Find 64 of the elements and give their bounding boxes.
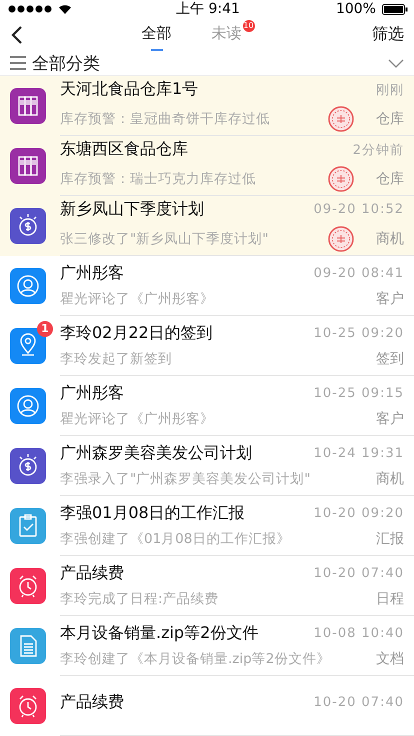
message-time: 刚刚	[376, 82, 404, 98]
message-time: 2分钟前	[352, 142, 404, 158]
tab[interactable]: 全部	[142, 18, 172, 51]
unread-count-badge: 10	[242, 20, 254, 32]
message-summary: 张三修改了"新乡凤山下季度计划"	[60, 230, 268, 248]
message-row[interactable]: 天河北食品仓库1号 刚刚 库存预警：皇冠曲奇饼干库存过低 仓库	[0, 76, 414, 136]
message-title: 广州彤客	[60, 263, 124, 284]
battery-icon	[382, 4, 408, 14]
message-summary: 李强录入了"广州森罗美容美发公司计划"	[60, 470, 310, 488]
message-time: 10-20 07:40	[314, 695, 404, 710]
category-tag: 签到	[376, 350, 404, 368]
menu-icon	[10, 56, 26, 70]
wifi-icon	[58, 4, 72, 14]
message-row[interactable]: 东塘西区食品仓库 2分钟前 库存预警：瑞士巧克力库存过低 仓库	[0, 136, 414, 196]
schedule-icon	[10, 568, 46, 604]
category-tag: 客户	[376, 410, 404, 428]
category-label: 全部分类	[32, 52, 101, 74]
message-time: 10-20 07:40	[314, 566, 404, 581]
message-summary: 库存预警：瑞士巧克力库存过低	[60, 170, 256, 188]
message-summary: 李玲创建了《本月设备销量.zip等2份文件》	[60, 650, 330, 668]
message-summary: 库存预警：皇冠曲奇饼干库存过低	[60, 110, 270, 128]
message-summary: 李玲完成了日程:产品续费	[60, 590, 219, 608]
customer-icon	[10, 268, 46, 304]
signal-icon	[8, 5, 52, 13]
category-tag: 客户	[376, 290, 404, 308]
message-time: 10-25 09:20	[314, 326, 404, 341]
message-title: 李强01月08日的工作汇报	[60, 503, 245, 524]
message-title: 东塘西区食品仓库	[60, 139, 188, 160]
message-summary: 瞿光评论了《广州彤客》	[60, 410, 214, 428]
document-icon	[10, 628, 46, 664]
customer-icon	[10, 388, 46, 424]
message-time: 10-24 19:31	[314, 446, 404, 461]
notification-badge: 1	[37, 321, 53, 337]
clock-time: 上午 9:41	[176, 0, 240, 18]
message-title: 广州森罗美容美发公司计划	[60, 443, 252, 464]
message-time: 09-20 08:41	[314, 266, 404, 281]
message-title: 新乡凤山下季度计划	[60, 199, 204, 220]
dropdown-chevron-icon[interactable]	[388, 58, 404, 68]
message-summary: 瞿光评论了《广州彤客》	[60, 290, 214, 308]
message-title: 产品续费	[60, 692, 124, 713]
message-summary: 李玲发起了新签到	[60, 350, 172, 368]
back-button[interactable]	[10, 24, 24, 44]
category-tag: 日程	[376, 590, 404, 608]
category-tag: 汇报	[376, 530, 404, 548]
message-summary: 李强创建了《01月08日的工作汇报》	[60, 530, 290, 548]
message-time: 10-20 09:20	[314, 506, 404, 521]
filter-button[interactable]: 筛选	[372, 24, 404, 45]
schedule-icon	[10, 688, 46, 724]
message-time: 09-20 10:52	[314, 202, 404, 217]
message-title: 广州彤客	[60, 383, 124, 404]
category-tag: 文档	[376, 650, 404, 668]
message-title: 本月设备销量.zip等2份文件	[60, 623, 258, 644]
message-time: 10-25 09:15	[314, 386, 404, 401]
battery-percent: 100%	[336, 1, 376, 17]
category-tag: 仓库	[376, 110, 404, 128]
message-title: 天河北食品仓库1号	[60, 79, 198, 100]
category-tag: 商机	[376, 230, 404, 248]
category-tag: 商机	[376, 470, 404, 488]
category-tag: 仓库	[376, 170, 404, 188]
message-row[interactable]: 新乡凤山下季度计划 09-20 10:52 张三修改了"新乡凤山下季度计划" 商机	[0, 196, 414, 256]
message-title: 产品续费	[60, 563, 124, 584]
message-title: 李玲02月22日的签到	[60, 323, 213, 344]
message-time: 10-08 10:40	[314, 626, 404, 641]
report-icon	[10, 508, 46, 544]
